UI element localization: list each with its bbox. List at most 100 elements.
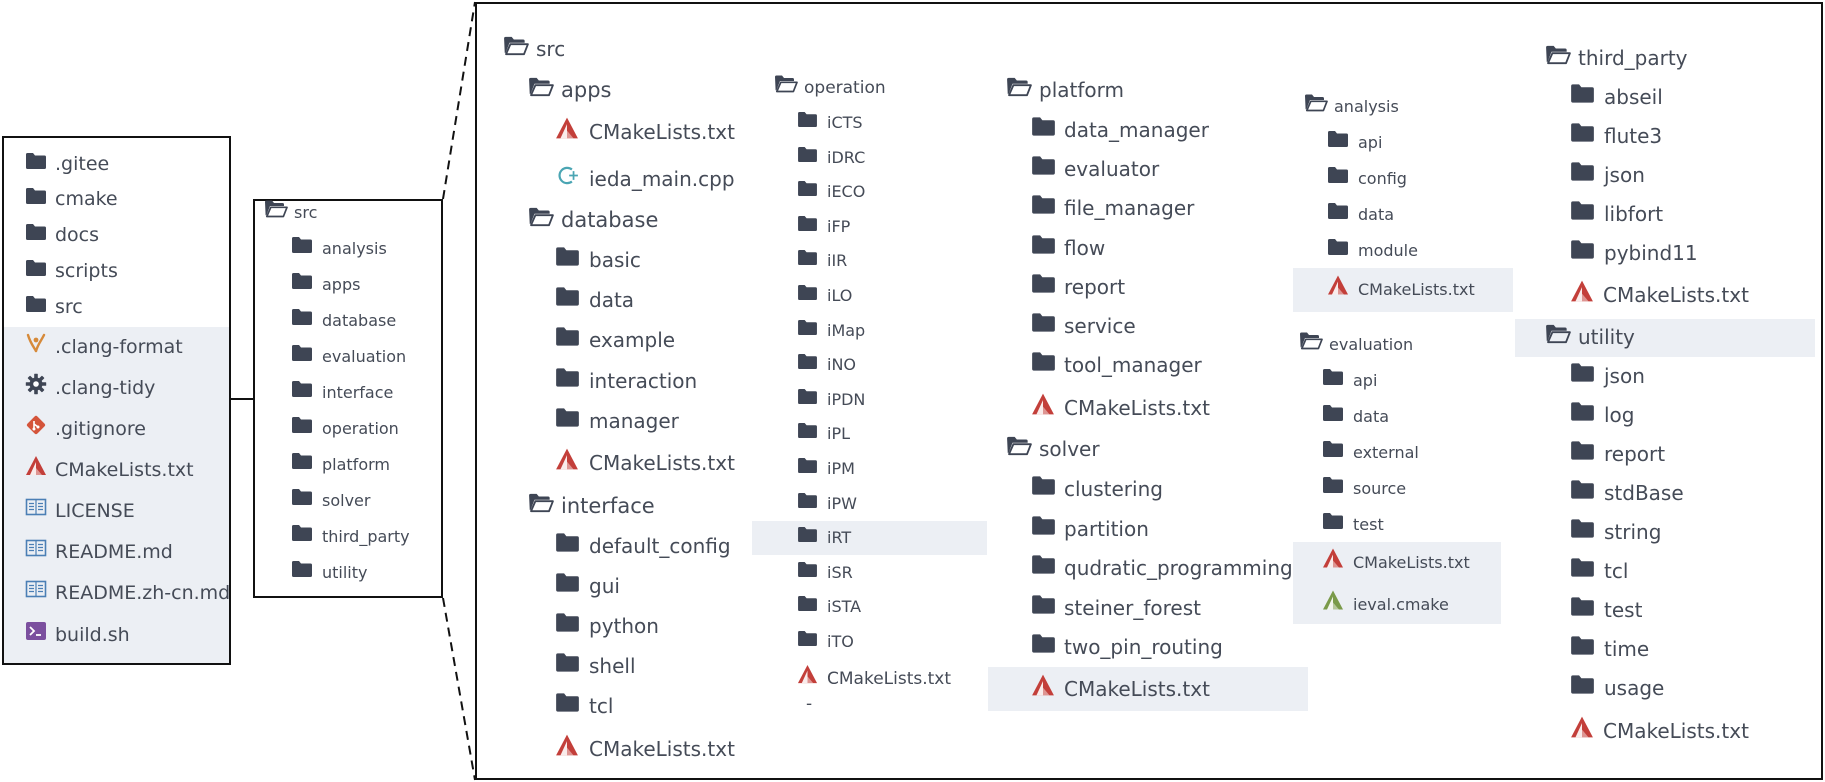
tree-item-label: .gitee: [55, 153, 110, 175]
folder-icon: [1570, 518, 1595, 546]
git-icon: [25, 414, 47, 444]
folder-icon: [291, 415, 313, 443]
tree-item-label: iLO: [827, 286, 853, 305]
folder-open-icon: [1304, 93, 1328, 122]
folder-icon: [1327, 129, 1349, 157]
folder-open-icon: [1006, 435, 1032, 463]
folder-open-icon: [528, 492, 554, 520]
folder-open-icon: [1545, 323, 1571, 351]
folder-icon: [555, 367, 580, 395]
cpp-icon: [555, 164, 579, 195]
document-icon: [25, 537, 47, 567]
tree-item-label: database: [322, 311, 397, 330]
tree-item-label: test: [1353, 515, 1384, 534]
tree-item-label: interface: [322, 383, 394, 402]
folder-icon: [1570, 161, 1595, 189]
folder-icon: [555, 612, 580, 640]
folder-icon: [797, 559, 818, 587]
tree-item-label: LICENSE: [55, 500, 135, 522]
tree-item-label: CMakeLists.txt: [1353, 553, 1470, 572]
folder-icon: [555, 532, 580, 560]
tree-item-label: interaction: [589, 369, 698, 393]
tree-item-label: database: [561, 208, 659, 232]
tree-item-label: README.md: [55, 541, 173, 563]
tree-item-label: iPL: [827, 424, 851, 444]
tree-item-label: apps: [561, 78, 612, 102]
tree-item-label: iDRC: [827, 147, 866, 167]
folder-open-icon: [1299, 331, 1323, 360]
tree-item-label: iNO: [827, 355, 857, 375]
tree-item-label: CMakeLists.txt: [1064, 396, 1210, 420]
tree-item-label: basic: [589, 248, 641, 272]
folder-icon: [25, 293, 47, 321]
folder-icon: [1031, 312, 1056, 340]
tree-item-label: solver: [322, 491, 371, 510]
folder-icon: [555, 286, 580, 314]
tree-item-label: api: [1353, 371, 1378, 390]
folder-icon: [797, 593, 818, 621]
folder-icon: [797, 178, 818, 206]
tree-item-label: iMap: [827, 320, 866, 340]
cmake-green-icon: [1322, 590, 1344, 621]
tree-item-label: tool_manager: [1064, 353, 1202, 377]
tree-item-label: CMakeLists.txt: [589, 737, 735, 761]
cmake-icon: [1570, 716, 1594, 747]
folder-icon: [291, 307, 313, 335]
folder-icon: [1031, 116, 1056, 144]
folder-icon: [797, 282, 818, 310]
tree-item-label: pybind11: [1604, 241, 1698, 265]
tree-item-label: iPDN: [827, 389, 866, 409]
tree-item-label: test: [1604, 598, 1643, 622]
tree-item-label: README.zh-cn.md: [55, 582, 231, 604]
folder-icon: [555, 326, 580, 354]
tree-item-label: iIR: [827, 251, 848, 271]
tree-item-label: stdBase: [1604, 481, 1684, 505]
tree-item-label: CMakeLists.txt: [55, 459, 194, 481]
tree-item-label: api: [1358, 133, 1383, 152]
tree-item-label: CMakeLists.txt: [1603, 719, 1749, 743]
tree-item-label: file_manager: [1064, 196, 1195, 220]
folder-icon: [797, 247, 818, 275]
tree-item-label: third_party: [1578, 46, 1688, 70]
tree-item-label: .clang-format: [55, 336, 183, 358]
tree-item-label: analysis: [1334, 97, 1399, 116]
folder-icon: [797, 144, 818, 172]
tree-item-label: example: [589, 328, 676, 352]
tree-item-label: clustering: [1064, 477, 1163, 501]
terminal-icon: [25, 620, 47, 650]
tree-item-label: operation: [804, 78, 886, 98]
tree-item-label: utility: [1578, 325, 1635, 349]
folder-icon: [555, 692, 580, 720]
folder-icon: [1570, 200, 1595, 228]
folder-icon: [291, 451, 313, 479]
folder-icon: [1031, 633, 1056, 661]
tree-item-label: iSTA: [827, 597, 862, 617]
folder-icon: [1031, 194, 1056, 222]
tree-item-label: time: [1604, 637, 1650, 661]
folder-icon: [1570, 440, 1595, 468]
tree-item-label: apps: [322, 275, 361, 294]
folder-icon: [1031, 475, 1056, 503]
tree-item-label: iTO: [827, 632, 854, 651]
tree-item-label: CMakeLists.txt: [589, 451, 735, 475]
folder-icon: [1570, 479, 1595, 507]
tree-item-label: scripts: [55, 260, 118, 282]
tree-item-label: evaluator: [1064, 157, 1160, 181]
folder-icon: [291, 523, 313, 551]
folder-icon: [291, 271, 313, 299]
cmake-icon: [1031, 674, 1055, 705]
tree-item-label: build.sh: [55, 624, 130, 646]
tree-item-label: iSR: [827, 562, 853, 582]
tree-item-label: data_manager: [1064, 118, 1209, 142]
tree-item-label: CMakeLists.txt: [827, 669, 952, 689]
folder-icon: [291, 343, 313, 371]
tree-item-label: json: [1604, 163, 1645, 187]
tree-item-label: iFP: [827, 216, 851, 236]
folder-icon: [1327, 165, 1349, 193]
folder-open-icon: [1006, 76, 1032, 104]
folder-icon: [1570, 122, 1595, 150]
tree-item-label: module: [1358, 241, 1418, 260]
folder-open-icon: [774, 74, 798, 103]
tree-item-label: config: [1358, 169, 1407, 188]
folder-open-icon: [1545, 44, 1571, 72]
